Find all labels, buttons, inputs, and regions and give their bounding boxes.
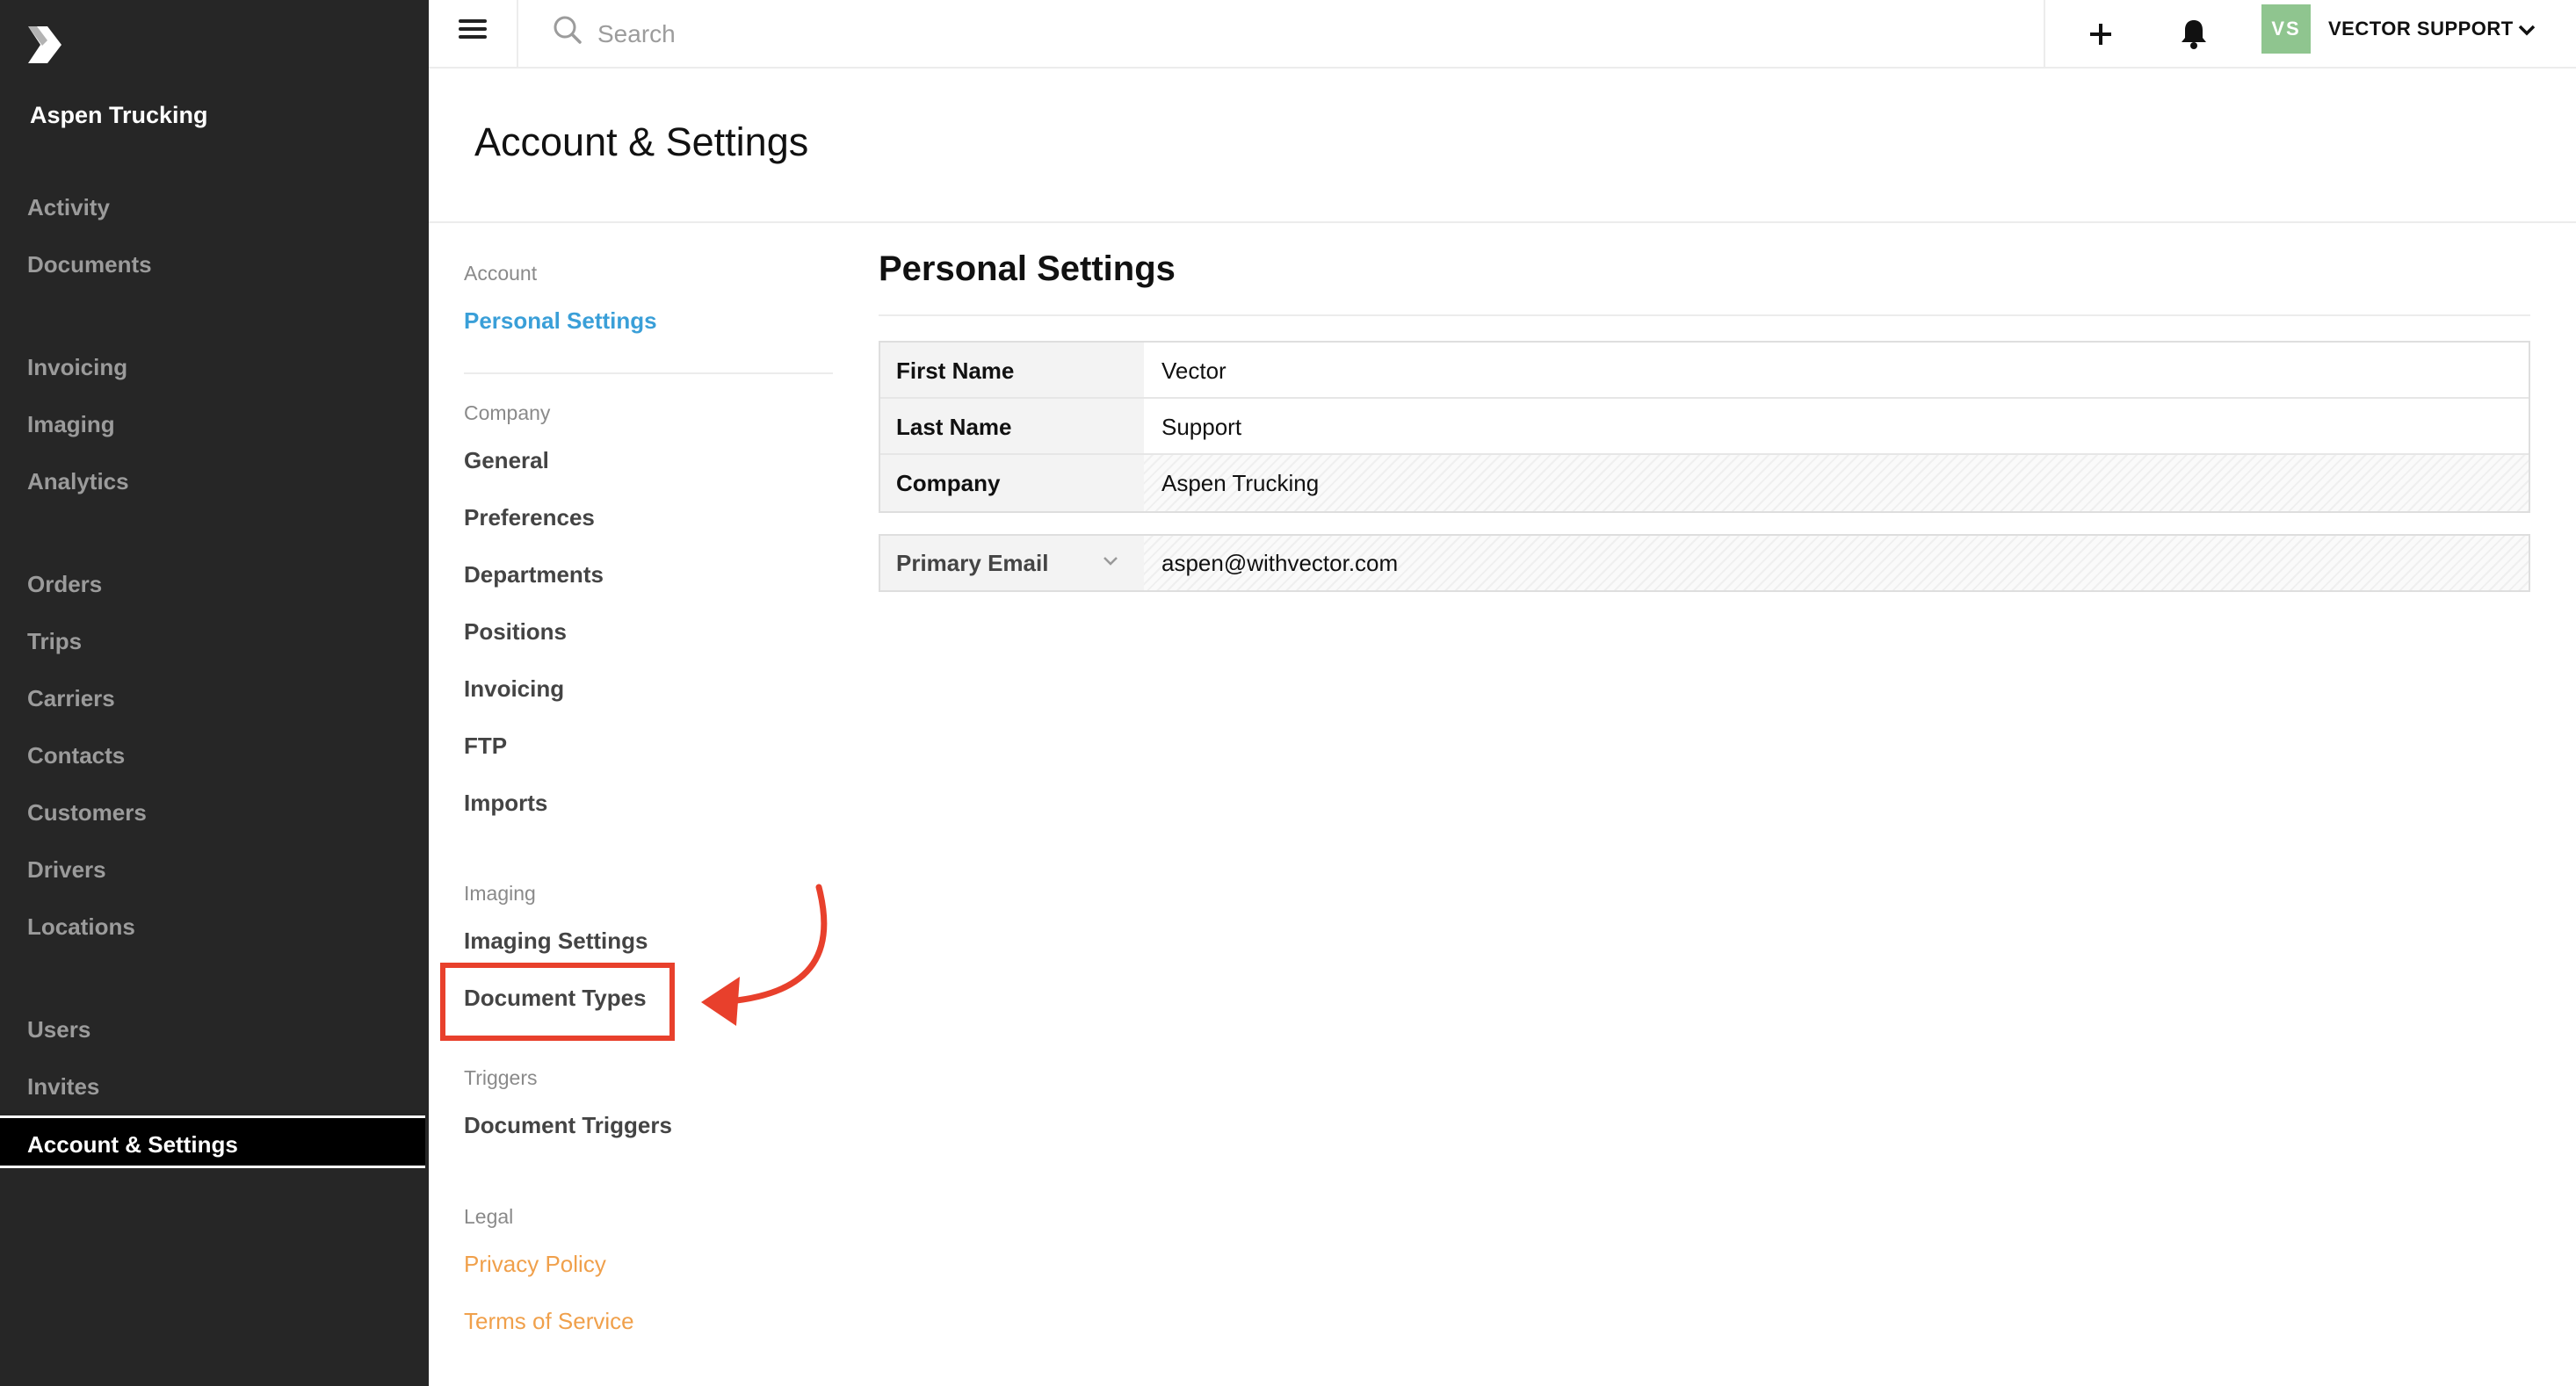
menu-item-preferences[interactable]: Preferences <box>464 504 595 531</box>
sidebar-item-customers[interactable]: Customers <box>0 786 429 839</box>
field-label: Company <box>880 455 1144 511</box>
chevron-down-icon[interactable] <box>1100 550 1121 571</box>
annotation-arrow-icon <box>701 884 828 1026</box>
sidebar-item-drivers[interactable]: Drivers <box>0 843 429 896</box>
search-input[interactable] <box>597 12 1827 56</box>
page-header: Account & Settings <box>429 69 2576 223</box>
email-type-label: Primary Email <box>896 550 1049 576</box>
menu-divider <box>464 372 833 374</box>
sidebar-item-carriers[interactable]: Carriers <box>0 672 429 725</box>
primary-email-row: Primary Email aspen@withvector.com <box>879 534 2530 592</box>
sidebar-item-invites[interactable]: Invites <box>0 1060 429 1113</box>
panel-divider <box>879 314 2530 316</box>
company-name[interactable]: Aspen Trucking <box>30 102 208 129</box>
search-icon <box>554 16 582 44</box>
menu-item-ftp[interactable]: FTP <box>464 733 507 760</box>
avatar[interactable]: VS <box>2261 4 2311 54</box>
sidebar-item-users[interactable]: Users <box>0 1003 429 1056</box>
field-row-first-name: First Name Vector <box>880 343 2529 399</box>
sidebar-item-activity[interactable]: Activity <box>0 181 429 234</box>
plus-icon[interactable] <box>2079 12 2123 56</box>
panel-title: Personal Settings <box>879 249 1176 288</box>
section-triggers: Triggers <box>464 1066 538 1089</box>
main-sidebar: Aspen Trucking Activity Documents Invoic… <box>0 0 429 1386</box>
section-legal: Legal <box>464 1205 514 1228</box>
bell-icon[interactable] <box>2172 12 2216 56</box>
app-root: Aspen Trucking Activity Documents Invoic… <box>0 0 2576 1386</box>
last-name-field[interactable]: Support <box>1144 399 2529 453</box>
section-company: Company <box>464 401 551 424</box>
menu-item-general[interactable]: General <box>464 447 549 474</box>
menu-item-positions[interactable]: Positions <box>464 618 567 646</box>
section-account: Account <box>464 262 538 285</box>
first-name-field[interactable]: Vector <box>1144 343 2529 397</box>
menu-item-terms-of-service[interactable]: Terms of Service <box>464 1308 634 1335</box>
menu-item-privacy-policy[interactable]: Privacy Policy <box>464 1251 606 1278</box>
field-row-last-name: Last Name Support <box>880 399 2529 455</box>
menu-item-imaging-settings[interactable]: Imaging Settings <box>464 928 648 955</box>
hamburger-menu-icon[interactable] <box>429 0 518 69</box>
field-label: First Name <box>880 343 1144 397</box>
sidebar-item-analytics[interactable]: Analytics <box>0 455 429 508</box>
menu-item-document-triggers[interactable]: Document Triggers <box>464 1112 672 1139</box>
sidebar-item-invoicing[interactable]: Invoicing <box>0 341 429 393</box>
menu-item-imports[interactable]: Imports <box>464 790 547 817</box>
menu-item-departments[interactable]: Departments <box>464 561 604 588</box>
user-menu-name[interactable]: VECTOR SUPPORT <box>2328 18 2514 40</box>
company-field: Aspen Trucking <box>1144 455 2529 511</box>
settings-menu: Account Personal Settings Company Genera… <box>429 223 833 1386</box>
section-imaging: Imaging <box>464 882 536 905</box>
sidebar-item-contacts[interactable]: Contacts <box>0 729 429 782</box>
top-bar: VS VECTOR SUPPORT <box>429 0 2576 69</box>
field-row-company: Company Aspen Trucking <box>880 455 2529 511</box>
sidebar-item-account-settings[interactable]: Account & Settings <box>0 1115 425 1168</box>
sidebar-item-locations[interactable]: Locations <box>0 900 429 953</box>
primary-email-field: aspen@withvector.com <box>1144 536 2529 590</box>
menu-item-personal-settings[interactable]: Personal Settings <box>464 307 657 335</box>
sidebar-item-trips[interactable]: Trips <box>0 615 429 668</box>
sidebar-item-documents[interactable]: Documents <box>0 238 429 291</box>
sidebar-item-orders[interactable]: Orders <box>0 558 429 610</box>
page-title: Account & Settings <box>474 119 809 164</box>
field-label: Last Name <box>880 399 1144 453</box>
sidebar-item-imaging[interactable]: Imaging <box>0 398 429 451</box>
menu-item-invoicing[interactable]: Invoicing <box>464 675 564 703</box>
highlight-box <box>440 963 675 1041</box>
profile-fields-table: First Name Vector Last Name Support Comp… <box>879 341 2530 513</box>
email-type-select[interactable]: Primary Email <box>880 536 1144 590</box>
topbar-divider <box>2044 0 2045 69</box>
vector-logo-icon[interactable] <box>25 25 65 65</box>
chevron-down-icon[interactable] <box>2514 18 2539 42</box>
